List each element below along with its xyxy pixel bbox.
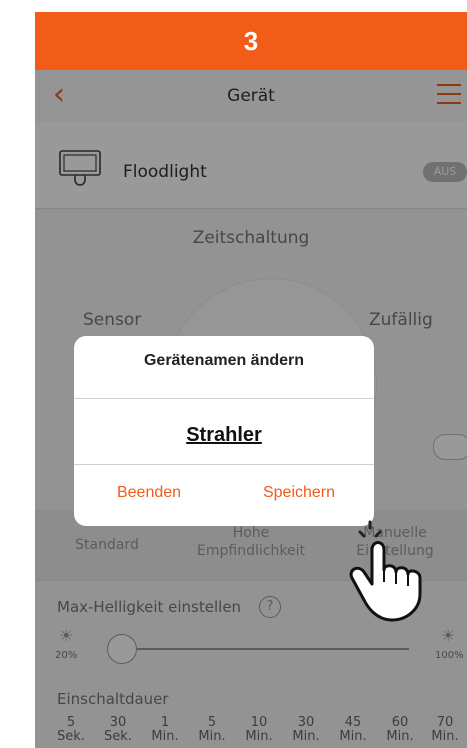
dialog-divider [74, 464, 374, 465]
step-number: 3 [243, 25, 259, 56]
dialog-title: Gerätenamen ändern [143, 352, 305, 369]
step-number-banner: 3 [35, 12, 467, 70]
cancel-button[interactable]: Beenden [74, 484, 224, 502]
save-button[interactable]: Speichern [224, 484, 374, 502]
dialog-divider [74, 398, 374, 399]
tap-hand-icon [349, 520, 422, 622]
device-name-input[interactable]: Strahler [74, 424, 374, 447]
rename-dialog: Gerätenamen ändern Strahler Beenden Spei… [74, 336, 374, 526]
